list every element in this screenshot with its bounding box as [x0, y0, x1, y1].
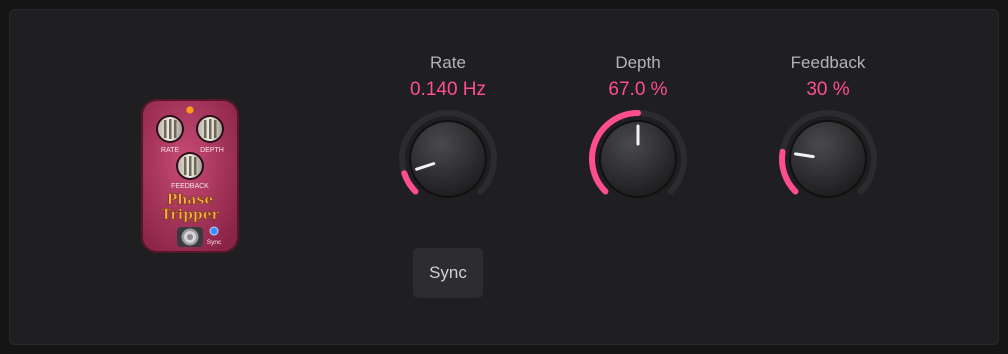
knob-body	[791, 122, 865, 196]
sync-button[interactable]: Sync	[413, 248, 483, 298]
pedal-logo-line2: Tripper	[161, 207, 220, 223]
pedal-feedback-label: FEEDBACK	[171, 183, 209, 190]
depth-knob[interactable]	[586, 107, 690, 211]
depth-control: Depth 67.0 %	[568, 53, 708, 211]
pedal-depth-label: DEPTH	[200, 147, 224, 154]
knob-body	[411, 122, 485, 196]
pedal-feedback-knob	[176, 152, 204, 180]
feedback-control: Feedback 30 %	[758, 53, 898, 211]
rate-label: Rate	[430, 53, 466, 72]
rate-knob[interactable]	[396, 107, 500, 211]
feedback-label: Feedback	[790, 53, 866, 72]
pedal-logo-line1: Phase	[167, 192, 214, 208]
feedback-value: 30 %	[806, 79, 850, 100]
pedal-rate-label: RATE	[161, 147, 179, 154]
rate-control: Rate 0.140 Hz	[378, 53, 518, 211]
rate-value: 0.140 Hz	[409, 79, 487, 100]
pedal-led-orange	[186, 106, 194, 114]
feedback-knob[interactable]	[776, 107, 880, 211]
pedal-sync-led	[209, 226, 219, 236]
pedal-footswitch	[177, 227, 203, 247]
phase-tripper-pedal: RATE DEPTH FEEDBACK Phase Tripper Sync	[140, 98, 240, 254]
depth-value: 67.0 %	[608, 79, 668, 100]
pedal-depth-knob	[196, 115, 224, 143]
pedal-graphic: RATE DEPTH FEEDBACK Phase Tripper Sync	[141, 99, 239, 253]
pedal-sync-label: Sync	[207, 239, 222, 246]
pedal-rate-knob	[156, 115, 184, 143]
depth-label: Depth	[615, 53, 661, 72]
